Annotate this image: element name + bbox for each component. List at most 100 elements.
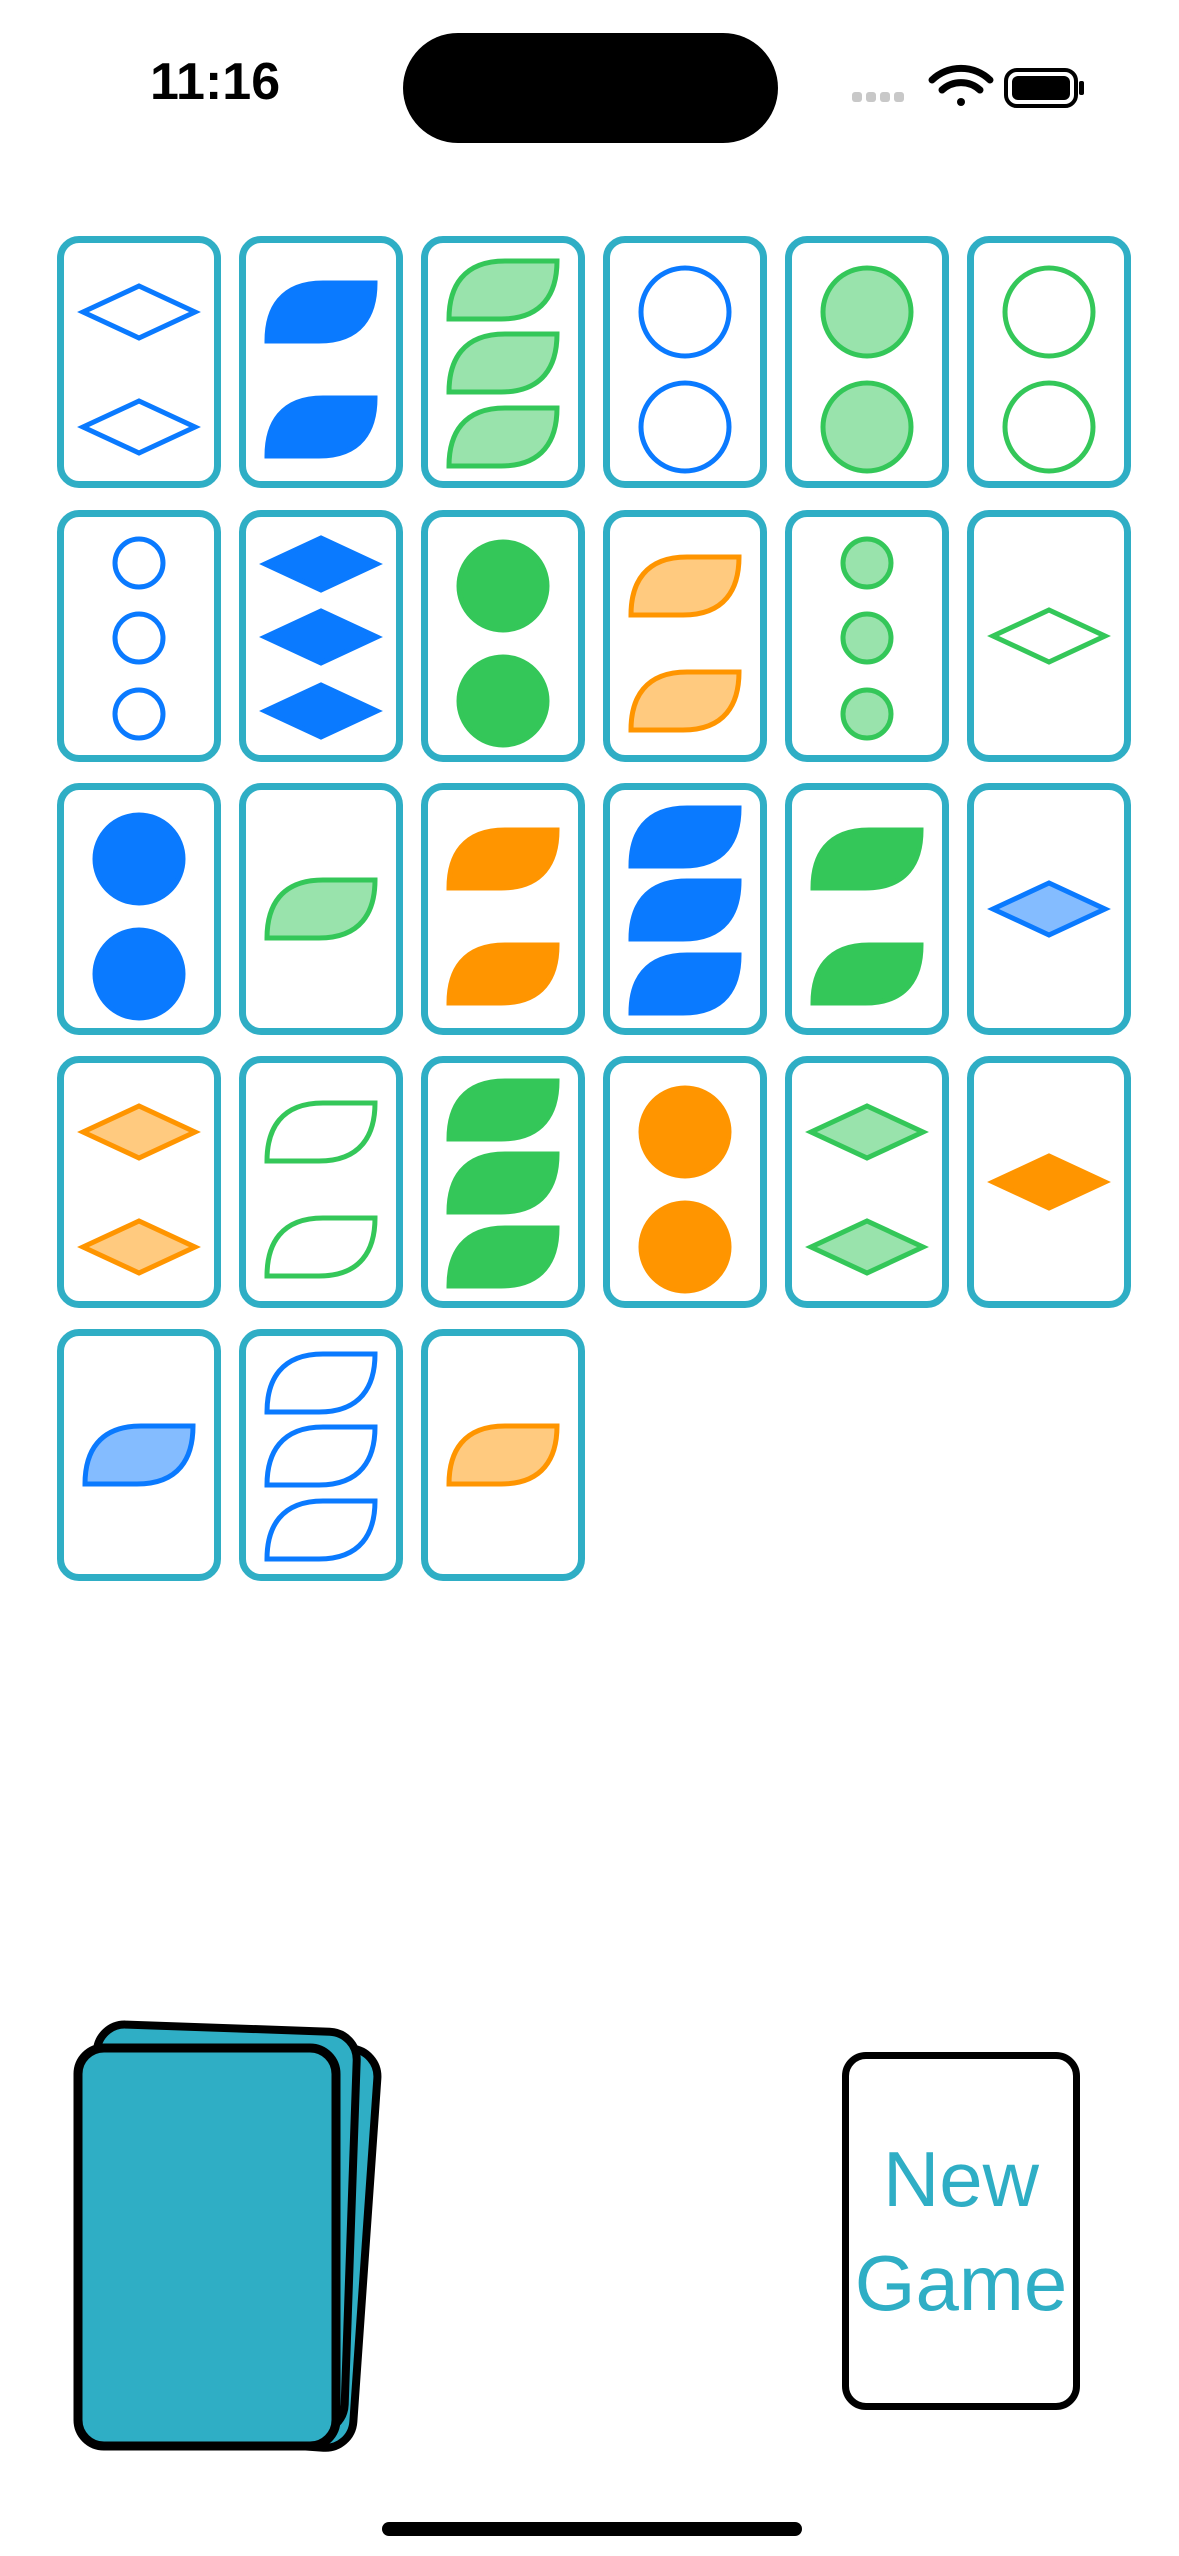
oval-symbol — [112, 536, 166, 590]
set-card[interactable] — [239, 1056, 403, 1308]
set-card[interactable] — [239, 510, 403, 762]
new-game-button[interactable]: New Game — [842, 2052, 1080, 2410]
new-game-label-line2: Game — [854, 2239, 1068, 2327]
squiggle-symbol — [264, 877, 378, 941]
set-card[interactable] — [967, 236, 1131, 488]
set-card[interactable] — [421, 783, 585, 1035]
card-face — [77, 283, 201, 456]
squiggle-symbol — [628, 952, 742, 1016]
card-face — [638, 265, 732, 474]
card-face — [456, 539, 550, 748]
oval-symbol — [820, 265, 914, 359]
squiggle-symbol — [82, 1423, 196, 1487]
set-card[interactable] — [785, 510, 949, 762]
card-face — [77, 1103, 201, 1276]
set-card[interactable] — [421, 236, 585, 488]
set-card[interactable] — [421, 1329, 585, 1581]
oval-symbol — [638, 1200, 732, 1294]
oval-symbol — [92, 927, 186, 1021]
squiggle-symbol — [628, 805, 742, 869]
diamond-symbol — [77, 1103, 201, 1161]
diamond-symbol — [77, 398, 201, 456]
oval-symbol — [456, 539, 550, 633]
set-card[interactable] — [785, 236, 949, 488]
card-face — [987, 607, 1111, 665]
set-card[interactable] — [239, 1329, 403, 1581]
set-card[interactable] — [57, 1329, 221, 1581]
oval-symbol — [840, 687, 894, 741]
card-face — [987, 880, 1111, 938]
set-card[interactable] — [57, 783, 221, 1035]
deck-pile[interactable] — [60, 2010, 390, 2470]
diamond-symbol — [77, 1218, 201, 1276]
card-face — [1002, 265, 1096, 474]
card-face — [82, 1423, 196, 1487]
diamond-symbol — [987, 880, 1111, 938]
squiggle-symbol — [446, 942, 560, 1006]
set-card[interactable] — [421, 510, 585, 762]
squiggle-symbol — [628, 878, 742, 942]
new-game-label-line1: New — [882, 2135, 1040, 2223]
card-face — [446, 827, 560, 1006]
squiggle-symbol — [628, 669, 742, 733]
oval-symbol — [638, 1085, 732, 1179]
card-face — [987, 1153, 1111, 1211]
card-face — [264, 280, 378, 459]
card-face — [264, 1100, 378, 1279]
set-card[interactable] — [603, 510, 767, 762]
set-card[interactable] — [239, 783, 403, 1035]
card-face — [259, 535, 383, 740]
card-face — [112, 536, 166, 741]
set-card[interactable] — [967, 1056, 1131, 1308]
squiggle-symbol — [446, 827, 560, 891]
squiggle-symbol — [264, 1351, 378, 1415]
oval-symbol — [1002, 380, 1096, 474]
oval-symbol — [112, 687, 166, 741]
squiggle-symbol — [264, 280, 378, 344]
home-indicator — [382, 2522, 802, 2536]
card-face — [446, 1423, 560, 1487]
squiggle-symbol — [446, 1078, 560, 1142]
set-card[interactable] — [421, 1056, 585, 1308]
squiggle-symbol — [264, 1100, 378, 1164]
card-face — [820, 265, 914, 474]
card-grid — [0, 0, 1179, 1600]
set-card[interactable] — [603, 783, 767, 1035]
squiggle-symbol — [446, 1423, 560, 1487]
card-face — [264, 1351, 378, 1562]
diamond-symbol — [805, 1218, 929, 1276]
set-card[interactable] — [57, 1056, 221, 1308]
set-card[interactable] — [603, 1056, 767, 1308]
squiggle-symbol — [628, 554, 742, 618]
diamond-symbol — [987, 1153, 1111, 1211]
squiggle-symbol — [264, 395, 378, 459]
deck-card-back-1 — [73, 2043, 341, 2451]
set-card[interactable] — [967, 510, 1131, 762]
squiggle-symbol — [446, 258, 560, 322]
diamond-symbol — [259, 608, 383, 666]
oval-symbol — [840, 611, 894, 665]
squiggle-symbol — [446, 1151, 560, 1215]
oval-symbol — [112, 611, 166, 665]
set-card[interactable] — [785, 1056, 949, 1308]
card-face — [628, 805, 742, 1016]
card-face — [446, 1078, 560, 1289]
diamond-symbol — [259, 535, 383, 593]
squiggle-symbol — [810, 942, 924, 1006]
squiggle-symbol — [446, 331, 560, 395]
squiggle-symbol — [264, 1498, 378, 1562]
set-card[interactable] — [57, 236, 221, 488]
set-card[interactable] — [603, 236, 767, 488]
set-card[interactable] — [57, 510, 221, 762]
squiggle-symbol — [264, 1215, 378, 1279]
set-card[interactable] — [785, 783, 949, 1035]
set-card[interactable] — [967, 783, 1131, 1035]
diamond-symbol — [259, 682, 383, 740]
card-face — [638, 1085, 732, 1294]
squiggle-symbol — [446, 405, 560, 469]
card-face — [264, 877, 378, 941]
oval-symbol — [638, 380, 732, 474]
set-card[interactable] — [239, 236, 403, 488]
oval-symbol — [456, 654, 550, 748]
diamond-symbol — [77, 283, 201, 341]
